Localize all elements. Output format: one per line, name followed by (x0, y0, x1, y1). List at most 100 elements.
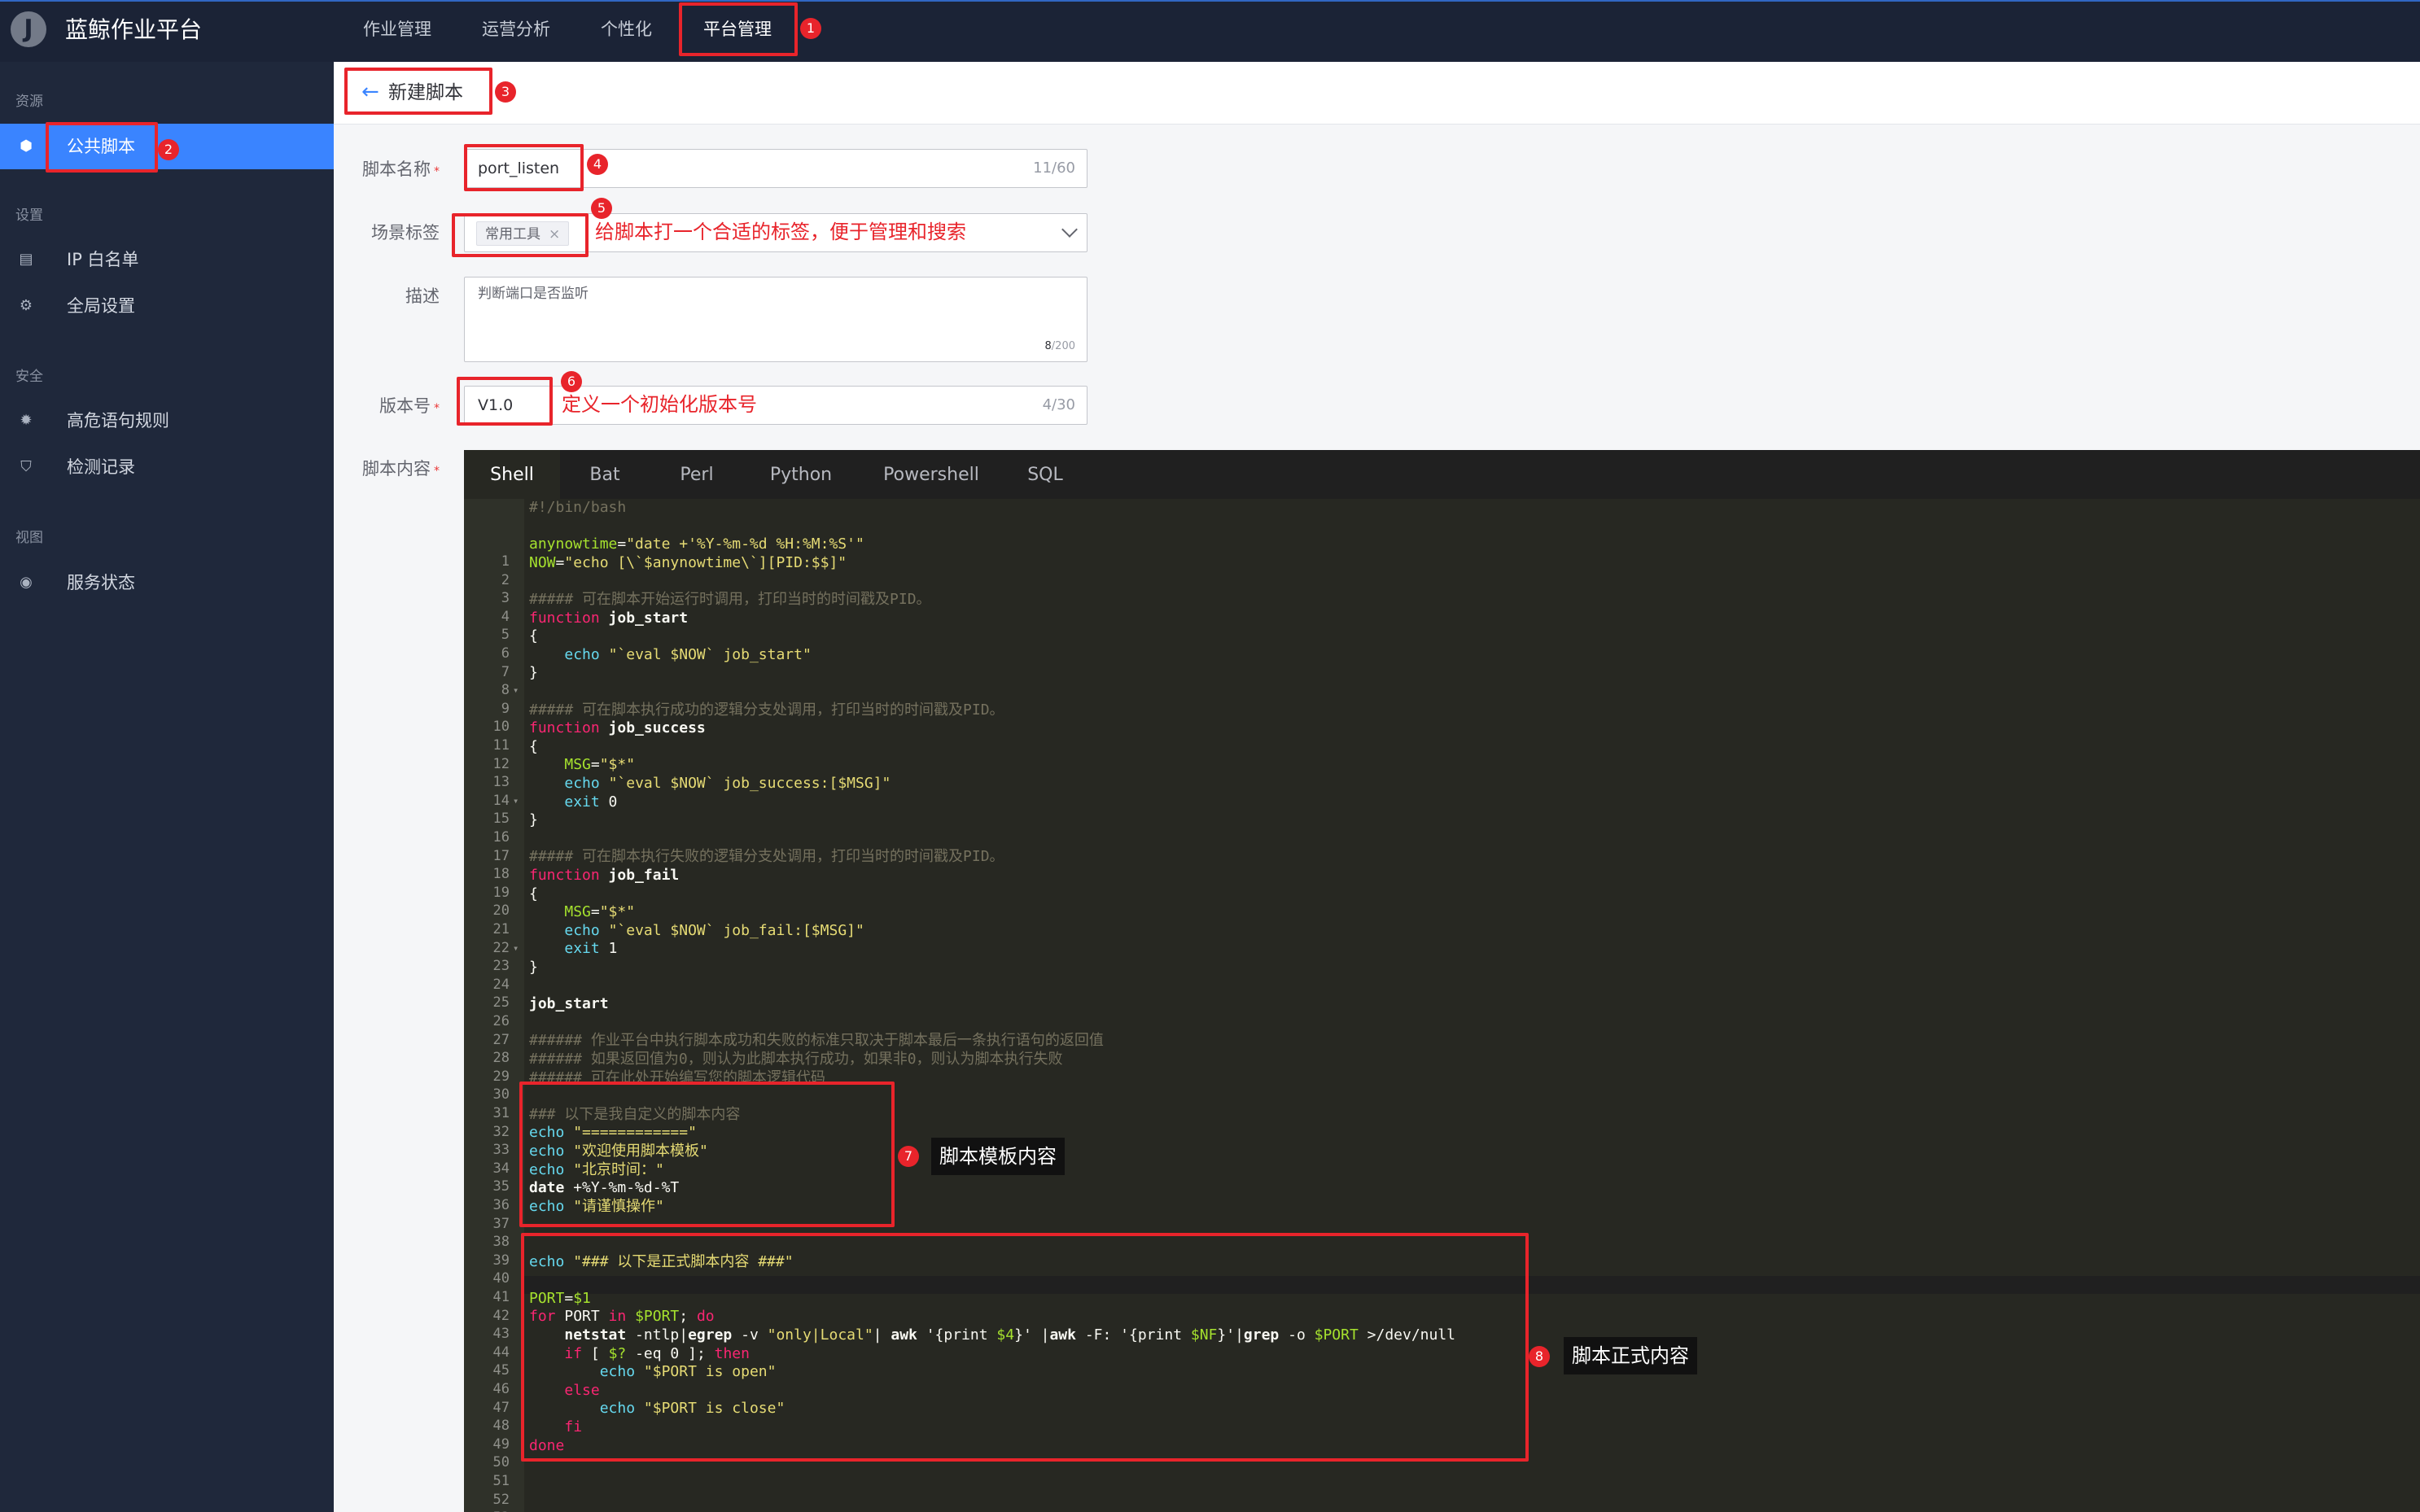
code-line[interactable]: { (529, 627, 538, 646)
description-counter: 8/200 (1044, 340, 1075, 352)
line-number: 53 (464, 1509, 510, 1512)
script-name-counter: 11/60 (1033, 160, 1075, 177)
annotation-badge-3: 3 (495, 81, 516, 103)
tab-python[interactable]: Python (744, 450, 858, 499)
sidebar-group-security: 安全 (15, 369, 43, 385)
app-title[interactable]: 蓝鲸作业平台 (65, 15, 202, 46)
description-label: 描述 (405, 286, 440, 306)
nav-operation-analysis[interactable]: 运营分析 (482, 0, 550, 62)
annotation-note-formal: 脚本正式内容 (1564, 1337, 1697, 1374)
line-number: 39 (492, 1252, 510, 1269)
top-navbar: J 蓝鲸作业平台 作业管理 运营分析 个性化 平台管理 (0, 0, 2420, 62)
code-line[interactable]: echo "`eval $NOW` job_success:[$MSG]" (529, 775, 891, 793)
line-number: 43 (492, 1326, 510, 1343)
sidebar-item-service-status[interactable]: ◉ 服务状态 (0, 560, 334, 605)
sidebar-item-detect-records[interactable]: ⛉ 检测记录 (0, 444, 334, 490)
code-line[interactable]: echo "`eval $NOW` job_fail:[$MSG]" (529, 922, 864, 941)
tab-bat[interactable]: Bat (560, 450, 650, 499)
sidebar-group-resources: 资源 (15, 94, 43, 110)
code-line[interactable]: #!/bin/bash (529, 499, 626, 518)
scene-tag-label: 场景标签 (371, 223, 440, 243)
sidebar-item-label: 高危语句规则 (67, 411, 169, 430)
line-number: 28 (492, 1050, 510, 1067)
chevron-down-icon[interactable] (1061, 221, 1078, 238)
line-number: 7 (501, 663, 510, 680)
line-number: 5 (501, 627, 510, 644)
line-number: 11 (492, 737, 510, 754)
line-number: 16 (492, 829, 510, 846)
annotation-badge-8: 8 (1529, 1346, 1550, 1367)
code-line[interactable]: } (529, 664, 538, 683)
cube-icon: ⬢ (20, 138, 33, 155)
code-line[interactable]: exit 0 (529, 793, 617, 812)
description-textarea[interactable]: 判断端口是否监听 8/200 (464, 277, 1087, 362)
annotation-badge-1: 1 (800, 18, 821, 39)
line-number: 9 (501, 700, 510, 717)
logo-icon: J (11, 11, 46, 47)
annotation-badge-7: 7 (898, 1146, 919, 1167)
line-number: 6 (501, 645, 510, 662)
code-line[interactable]: NOW="echo [\`$anynowtime\`][PID:$$]" (529, 554, 847, 573)
sidebar-item-ip-whitelist[interactable]: ▤ IP 白名单 (0, 237, 334, 282)
code-line[interactable]: { (529, 738, 538, 757)
document-icon: ▤ (19, 251, 33, 268)
line-number: 8 (501, 682, 510, 699)
sidebar-item-global-settings[interactable]: ⚙ 全局设置 (0, 283, 334, 329)
code-line[interactable]: ###### 作业平台中执行脚本成功和失败的标准只取决于脚本最后一条执行语句的返… (529, 1032, 1104, 1051)
line-number: 44 (492, 1344, 510, 1361)
code-line[interactable]: exit 1 (529, 940, 617, 959)
code-line[interactable]: function job_success (529, 719, 706, 738)
line-number: 13 (492, 774, 510, 791)
line-number: 34 (492, 1160, 510, 1177)
annotation-badge-4: 4 (587, 154, 608, 175)
sidebar-item-label: 服务状态 (67, 573, 135, 592)
code-line[interactable]: job_start (529, 995, 609, 1014)
line-gutter: 1 2 3 4 5 6 7 8 ▾ 9 10 11 12 13 14 ▾ 15 16 17 18 19 20 21 22 ▾ 23… (464, 499, 524, 1512)
tab-shell[interactable]: Shell (464, 450, 560, 499)
line-number: 50 (492, 1454, 510, 1471)
code-line[interactable]: { (529, 885, 538, 904)
line-number: 21 (492, 921, 510, 937)
code-line[interactable]: ##### 可在脚本开始运行时调用，打印当时的时间戳及PID。 (529, 591, 931, 610)
nav-job-management[interactable]: 作业管理 (363, 0, 431, 62)
line-number: 23 (492, 958, 510, 975)
sidebar: 资源 ⬢ 公共脚本 设置 ▤ IP 白名单 ⚙ 全局设置 安全 ✹ 高危语句规则… (0, 62, 334, 1512)
page-header: ← 新建脚本 (334, 62, 2420, 125)
fold-toggle-icon[interactable]: ▾ (513, 792, 519, 811)
version-label: 版本号 * (379, 396, 440, 416)
version-counter: 4/30 (1042, 396, 1075, 413)
language-tabs: Shell Bat Perl Python Powershell SQL (464, 450, 2420, 499)
code-line[interactable]: ###### 如果返回值为0，则认为此脚本执行成功，如果非0，则认为脚本执行失败 (529, 1051, 1063, 1069)
fold-toggle-icon[interactable]: ▾ (513, 939, 519, 958)
code-line[interactable]: } (529, 811, 538, 830)
line-number: 4 (501, 608, 510, 625)
tab-perl[interactable]: Perl (650, 450, 744, 499)
line-number: 20 (492, 902, 510, 920)
code-line[interactable]: anynowtime="date +'%Y-%m-%d %H:%M:%S'" (529, 535, 864, 554)
tab-sql[interactable]: SQL (1004, 450, 1086, 499)
fold-toggle-icon[interactable]: ▾ (513, 681, 519, 700)
code-line[interactable]: function job_start (529, 610, 688, 628)
line-number: 40 (492, 1270, 510, 1287)
code-line[interactable]: MSG="$*" (529, 756, 635, 775)
line-number: 15 (492, 811, 510, 828)
line-number: 36 (492, 1197, 510, 1213)
code-line[interactable]: ##### 可在脚本执行失败的逻辑分支处调用，打印当时的时间戳及PID。 (529, 848, 1004, 867)
tab-powershell[interactable]: Powershell (858, 450, 1004, 499)
version-input[interactable]: V1.0 4/30 (464, 386, 1087, 425)
sidebar-item-danger-rules[interactable]: ✹ 高危语句规则 (0, 398, 334, 444)
code-line[interactable]: } (529, 959, 538, 977)
line-number: 49 (492, 1436, 510, 1453)
code-line[interactable]: echo "`eval $NOW` job_start" (529, 646, 811, 665)
sidebar-group-view: 视图 (15, 530, 43, 546)
line-number: 19 (492, 884, 510, 901)
line-number: 31 (492, 1105, 510, 1121)
code-line[interactable]: function job_fail (529, 867, 679, 885)
sidebar-item-label: 检测记录 (67, 457, 135, 477)
line-number: 47 (492, 1399, 510, 1416)
annotation-badge-5: 5 (591, 198, 612, 219)
code-line[interactable]: MSG="$*" (529, 903, 635, 922)
line-number: 12 (492, 755, 510, 772)
code-line[interactable]: ##### 可在脚本执行成功的逻辑分支处调用，打印当时的时间戳及PID。 (529, 701, 1004, 720)
nav-personalization[interactable]: 个性化 (601, 0, 652, 62)
